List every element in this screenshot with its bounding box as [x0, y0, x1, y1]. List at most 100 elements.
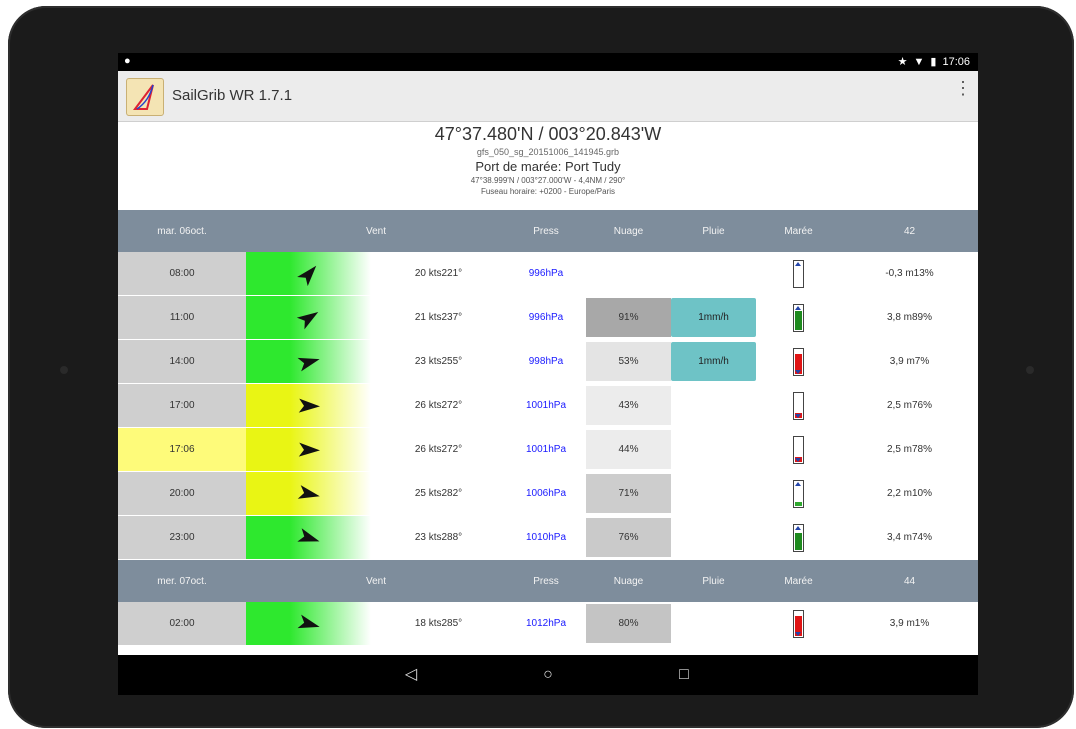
timezone: Fuseau horaire: +0200 - Europe/Paris [480, 187, 616, 196]
recents-icon[interactable]: □ [673, 664, 695, 686]
status-right: ★ ▼ ▮ 17:06 [897, 55, 970, 69]
wind-arrow-icon [296, 527, 319, 542]
pressure-value: 1006 [525, 488, 549, 499]
tide-value-cell: 2,2 m 10% [841, 472, 978, 515]
forecast-row[interactable]: 20:00 25 kts 282° 1006 hPa 71% 2,2 m 10% [118, 472, 978, 516]
wind-direction: 221° [441, 268, 463, 279]
right-sensor [1026, 366, 1034, 374]
wind-cell [246, 296, 371, 339]
tide-rising-icon [795, 305, 801, 310]
battery-icon: ▮ [930, 56, 937, 68]
wind-arrow-icon [296, 265, 316, 286]
row-time: 14:00 [118, 340, 246, 383]
day-header-row: mar. 06 oct. Vent Press Nuage Pluie Marée 42 [118, 210, 978, 252]
pressure-unit: hPa [545, 312, 564, 323]
tide-value-cell: 3,8 m 89% [841, 296, 978, 339]
tide-cell [756, 428, 841, 471]
day-date-label: mer. 07 [157, 575, 191, 587]
forecast-row[interactable]: 08:00 20 kts 221° 996 hPa -0,3 m 13% [118, 252, 978, 296]
grib-file-name: gfs_050_sg_20151006_141945.grb [476, 147, 620, 157]
tide-fill [795, 532, 802, 550]
tide-falling-icon [795, 457, 801, 462]
overflow-menu-icon[interactable]: ⋮ [954, 79, 972, 107]
back-icon[interactable]: ◁ [400, 664, 422, 686]
pressure-value: 1001 [525, 400, 549, 411]
wind-cell [246, 516, 371, 559]
tide-cell [756, 296, 841, 339]
tide-percent: 78% [912, 444, 933, 455]
tide-cell [756, 472, 841, 515]
cloud-cover [586, 254, 671, 293]
rain-cell [671, 254, 756, 293]
pressure-value: 998 [528, 356, 546, 367]
tide-value-cell: 2,5 m 76% [841, 384, 978, 427]
row-time: 20:00 [118, 472, 246, 515]
wind-arrow-icon [297, 484, 320, 499]
sail-logo-icon[interactable] [126, 78, 164, 116]
pressure-value: 996 [528, 268, 546, 279]
pressure-unit: hPa [548, 400, 567, 411]
forecast-row[interactable]: 14:00 23 kts 255° 998 hPa 53% 1 mm/h 3,9 m 7% [118, 340, 978, 384]
wind-arrow-icon [298, 398, 320, 413]
forecast-row[interactable]: 17:00 26 kts 272° 1001 hPa 43% 2,5 m 76% [118, 384, 978, 428]
tide-cell [756, 384, 841, 427]
tide-gauge-icon [793, 259, 804, 288]
tide-cell [756, 516, 841, 559]
tide-height: 3,9 m [889, 618, 915, 629]
wind-arrow-icon [297, 357, 320, 371]
day-date: mar. 06 oct. [118, 226, 246, 237]
tide-gauge-icon [793, 303, 804, 332]
row-time: 11:00 [118, 296, 246, 339]
day-date: mer. 07 oct. [118, 576, 246, 587]
forecast-row[interactable]: 23:00 23 kts 288° 1010 hPa 76% 3,4 m 74% [118, 516, 978, 560]
pressure-cell: 996 hPa [506, 252, 586, 295]
pressure-value: 1001 [525, 444, 549, 455]
app-title: SailGrib WR 1.7.1 [172, 87, 293, 104]
status-time: 17:06 [942, 55, 970, 68]
wind-direction: 285° [441, 618, 463, 629]
location-icon: ● [124, 55, 131, 67]
tide-coefficient: 44 [903, 575, 916, 587]
tide-value-cell: 3,9 m 7% [841, 340, 978, 383]
wind-speed: 23 kts [414, 532, 442, 543]
tide-gauge-icon [793, 435, 804, 464]
rain-cell [671, 604, 756, 643]
rain-unit: mm/h [703, 356, 729, 367]
forecast-row[interactable]: 17:06 26 kts 272° 1001 hPa 44% 2,5 m 78% [118, 428, 978, 472]
wind-cell [246, 340, 371, 383]
tide-value-cell: -0,3 m 13% [841, 252, 978, 295]
row-time: 17:00 [118, 384, 246, 427]
rain-cell: 1 mm/h [671, 342, 756, 381]
tide-height: 3,9 m [889, 356, 915, 367]
status-bar: ● ★ ▼ ▮ 17:06 [118, 53, 978, 71]
col-header-pluie: Pluie [702, 225, 725, 237]
tide-cell [756, 252, 841, 295]
rain-cell [671, 518, 756, 557]
tide-fill [795, 310, 802, 330]
tide-gauge-icon [793, 523, 804, 552]
wind-speed-cell: 26 kts 272° [371, 384, 506, 427]
cloud-cover: 91% [586, 298, 671, 337]
cloud-cover: 76% [586, 518, 671, 557]
position-coordinates: 47°37.480'N / 003°20.843'W [434, 124, 662, 144]
col-header-pluie: Pluie [702, 575, 725, 587]
wind-speed: 23 kts [414, 356, 442, 367]
wind-speed-cell: 21 kts 237° [371, 296, 506, 339]
tide-falling-icon [795, 413, 801, 418]
wifi-icon: ▼ [913, 55, 925, 68]
wind-speed: 26 kts [414, 444, 442, 455]
pressure-cell: 1001 hPa [506, 384, 586, 427]
star-icon: ★ [897, 56, 908, 68]
pressure-cell: 1012 hPa [506, 602, 586, 645]
home-icon[interactable]: ○ [537, 664, 559, 686]
tide-height: 3,4 m [886, 532, 912, 543]
tide-gauge-icon [793, 391, 804, 420]
cloud-cover: 44% [586, 430, 671, 469]
cloud-cover: 43% [586, 386, 671, 425]
forecast-row[interactable]: 11:00 21 kts 237° 996 hPa 91% 1 mm/h 3,8 m 89% [118, 296, 978, 340]
pressure-value: 1012 [525, 618, 549, 629]
forecast-row[interactable]: 02:00 18 kts 285° 1012 hPa 80% 3,9 m 1% [118, 602, 978, 646]
tide-height: 2,5 m [886, 400, 912, 411]
wind-speed: 20 kts [414, 268, 442, 279]
rain-cell: 1 mm/h [671, 298, 756, 337]
